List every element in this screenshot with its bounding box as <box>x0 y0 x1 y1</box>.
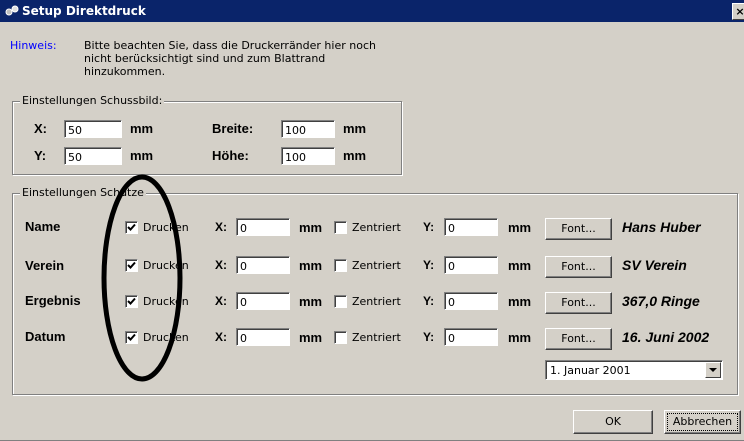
y-unit: mm <box>508 330 532 345</box>
zentriert-checkbox-ergebnis[interactable] <box>334 295 347 308</box>
schussbild-x-label: X: <box>34 121 47 136</box>
breite-input[interactable]: 100 <box>281 120 335 138</box>
row-label-name: Name <box>25 219 61 234</box>
y-label: Y: <box>423 294 435 308</box>
schussbild-y-label: Y: <box>34 148 47 163</box>
y-label: Y: <box>423 220 435 234</box>
y-input-name[interactable]: 0 <box>444 218 498 236</box>
x-label: X: <box>215 258 227 272</box>
zentriert-checkbox-datum[interactable] <box>334 331 347 344</box>
hint-line: hinzukommen. <box>84 65 166 78</box>
y-unit: mm <box>508 294 532 309</box>
app-icon <box>5 5 19 16</box>
breite-label: Breite: <box>212 121 254 136</box>
row-label-datum: Datum <box>25 329 66 344</box>
hint-text: Bitte beachten Sie, dass die Druckerränd… <box>84 39 376 78</box>
x-label: X: <box>215 220 227 234</box>
y-unit: mm <box>508 258 532 273</box>
y-input-datum[interactable]: 0 <box>444 328 498 346</box>
close-icon[interactable]: × <box>732 3 744 20</box>
x-unit: mm <box>299 258 323 273</box>
ok-button[interactable]: OK <box>573 410 653 434</box>
font-button-ergebnis[interactable]: Font... <box>545 292 612 314</box>
schussbild-legend: Einstellungen Schussbild: <box>20 94 165 107</box>
row-label-ergebnis: Ergebnis <box>25 293 81 308</box>
preview-verein: SV Verein <box>622 257 687 273</box>
breite-unit: mm <box>343 121 367 136</box>
zentriert-checkbox-name[interactable] <box>334 221 347 234</box>
font-button-datum[interactable]: Font... <box>545 328 612 350</box>
row-label-verein: Verein <box>25 258 65 273</box>
y-label: Y: <box>423 258 435 272</box>
x-input-datum[interactable]: 0 <box>236 328 290 346</box>
x-label: X: <box>215 330 227 344</box>
hoehe-unit: mm <box>343 148 367 163</box>
font-button-verein[interactable]: Font... <box>545 256 612 278</box>
x-label: X: <box>215 294 227 308</box>
schussbild-y-input[interactable]: 50 <box>64 147 122 165</box>
cancel-button[interactable]: Abbrechen <box>664 410 741 434</box>
date-format-select[interactable]: 1. Januar 2001 <box>545 360 723 380</box>
y-input-ergebnis[interactable]: 0 <box>444 292 498 310</box>
schussbild-y-unit: mm <box>130 148 154 163</box>
preview-name: Hans Huber <box>622 219 701 235</box>
preview-ergebnis: 367,0 Ringe <box>622 293 700 309</box>
zentriert-label: Zentriert <box>352 331 401 344</box>
chevron-down-icon[interactable] <box>705 362 721 378</box>
x-input-name[interactable]: 0 <box>236 218 290 236</box>
x-input-verein[interactable]: 0 <box>236 256 290 274</box>
date-format-value: 1. Januar 2001 <box>550 364 631 377</box>
schussbild-x-input[interactable]: 50 <box>64 120 122 138</box>
x-unit: mm <box>299 294 323 309</box>
y-label: Y: <box>423 330 435 344</box>
font-button-name[interactable]: Font... <box>545 218 612 240</box>
x-unit: mm <box>299 220 323 235</box>
window-title: Setup Direktdruck <box>22 4 146 18</box>
zentriert-label: Zentriert <box>352 259 401 272</box>
zentriert-checkbox-verein[interactable] <box>334 259 347 272</box>
setup-direktdruck-dialog: Setup Direktdruck × Hinweis: Bitte beach… <box>0 0 744 441</box>
preview-datum: 16. Juni 2002 <box>622 329 710 345</box>
hoehe-input[interactable]: 100 <box>281 147 335 165</box>
hint-label: Hinweis: <box>10 39 57 52</box>
hint-line: Bitte beachten Sie, dass die Druckerränd… <box>84 39 376 52</box>
zentriert-label: Zentriert <box>352 221 401 234</box>
schussbild-x-unit: mm <box>130 121 154 136</box>
zentriert-label: Zentriert <box>352 295 401 308</box>
x-unit: mm <box>299 330 323 345</box>
hoehe-label: Höhe: <box>212 148 249 163</box>
y-unit: mm <box>508 220 532 235</box>
x-input-ergebnis[interactable]: 0 <box>236 292 290 310</box>
annotation-ellipse <box>101 174 183 382</box>
y-input-verein[interactable]: 0 <box>444 256 498 274</box>
hint-line: nicht berücksichtigt sind und zum Blattr… <box>84 52 326 65</box>
title-bar[interactable]: Setup Direktdruck × <box>0 0 744 22</box>
